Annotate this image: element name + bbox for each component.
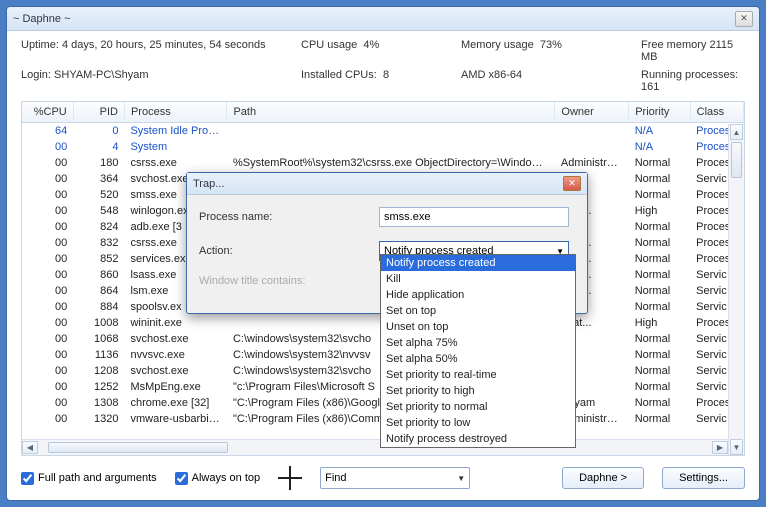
login-label: Login: <box>21 69 51 81</box>
alwaystop-checkbox[interactable]: Always on top <box>175 472 260 485</box>
col-class[interactable]: Class <box>690 102 743 123</box>
cpus-label: Installed CPUs: <box>301 69 377 81</box>
login-value: SHYAM-PC\Shyam <box>54 69 149 81</box>
mem-usage-label: Memory usage <box>461 39 534 51</box>
vertical-scrollbar[interactable]: ▲ ▼ <box>728 124 744 455</box>
action-dropdown-list[interactable]: Notify process createdKillHide applicati… <box>380 254 576 448</box>
col-cpu[interactable]: %CPU <box>22 102 73 123</box>
horizontal-scrollbar[interactable]: ◀ ▶ <box>22 439 728 455</box>
daphne-button[interactable]: Daphne > <box>562 467 644 489</box>
dialog-close-icon[interactable]: ✕ <box>563 176 581 191</box>
dropdown-option[interactable]: Set priority to real-time <box>381 367 575 383</box>
scroll-thumb-v[interactable] <box>731 142 742 178</box>
settings-button[interactable]: Settings... <box>662 467 745 489</box>
scroll-right-icon[interactable]: ▶ <box>712 441 728 454</box>
find-combo[interactable]: Find▼ <box>320 467 470 489</box>
dropdown-option[interactable]: Set priority to high <box>381 383 575 399</box>
cpus-value: 8 <box>383 69 389 81</box>
dropdown-option[interactable]: Notify process created <box>381 255 575 271</box>
dropdown-option[interactable]: Set on top <box>381 303 575 319</box>
stats-panel: Uptime: 4 days, 20 hours, 25 minutes, 54… <box>7 31 759 97</box>
dropdown-option[interactable]: Set priority to normal <box>381 399 575 415</box>
col-owner[interactable]: Owner <box>555 102 629 123</box>
dropdown-option[interactable]: Hide application <box>381 287 575 303</box>
uptime-label: Uptime: <box>21 39 59 51</box>
table-row[interactable]: 00180csrss.exe%SystemRoot%\system32\csrs… <box>22 155 744 171</box>
fullpath-checkbox[interactable]: Full path and arguments <box>21 472 157 485</box>
procs-value: 161 <box>641 81 659 93</box>
close-icon[interactable]: ✕ <box>735 11 753 27</box>
scroll-down-icon[interactable]: ▼ <box>730 439 743 455</box>
dropdown-option[interactable]: Kill <box>381 271 575 287</box>
dropdown-option[interactable]: Unset on top <box>381 319 575 335</box>
cpu-usage-value: 4% <box>363 39 379 51</box>
dropdown-option[interactable]: Set priority to low <box>381 415 575 431</box>
procs-label: Running processes: <box>641 69 738 81</box>
mem-usage-value: 73% <box>540 39 562 51</box>
uptime-value: 4 days, 20 hours, 25 minutes, 54 seconds <box>62 39 266 51</box>
chevron-down-icon: ▼ <box>457 474 465 483</box>
scroll-thumb-h[interactable] <box>48 442 228 453</box>
procname-input[interactable] <box>379 207 569 227</box>
cpu-usage-label: CPU usage <box>301 39 357 51</box>
col-process[interactable]: Process <box>124 102 226 123</box>
dropdown-option[interactable]: Notify process destroyed <box>381 431 575 447</box>
bottom-bar: Full path and arguments Always on top Fi… <box>7 456 759 500</box>
titlebar[interactable]: ~ Daphne ~ ✕ <box>7 7 759 31</box>
arch-value: AMD x86-64 <box>461 69 522 81</box>
col-pid[interactable]: PID <box>73 102 124 123</box>
dialog-title: Trap... <box>193 178 563 190</box>
wndtitle-label: Window title contains: <box>199 275 379 287</box>
dialog-titlebar[interactable]: Trap... ✕ <box>187 173 587 195</box>
scroll-up-icon[interactable]: ▲ <box>730 124 743 140</box>
crosshair-icon[interactable] <box>278 466 302 490</box>
dropdown-option[interactable]: Set alpha 75% <box>381 335 575 351</box>
scroll-left-icon[interactable]: ◀ <box>22 441 38 454</box>
action-label: Action: <box>199 245 379 257</box>
table-row[interactable]: 640System Idle ProcessN/AProces <box>22 123 744 140</box>
col-priority[interactable]: Priority <box>629 102 690 123</box>
procname-label: Process name: <box>199 211 379 223</box>
window-title: ~ Daphne ~ <box>13 13 735 25</box>
table-row[interactable]: 004SystemN/AProces <box>22 139 744 155</box>
free-mem-label: Free memory <box>641 39 706 51</box>
dropdown-option[interactable]: Set alpha 50% <box>381 351 575 367</box>
col-path[interactable]: Path <box>227 102 555 123</box>
